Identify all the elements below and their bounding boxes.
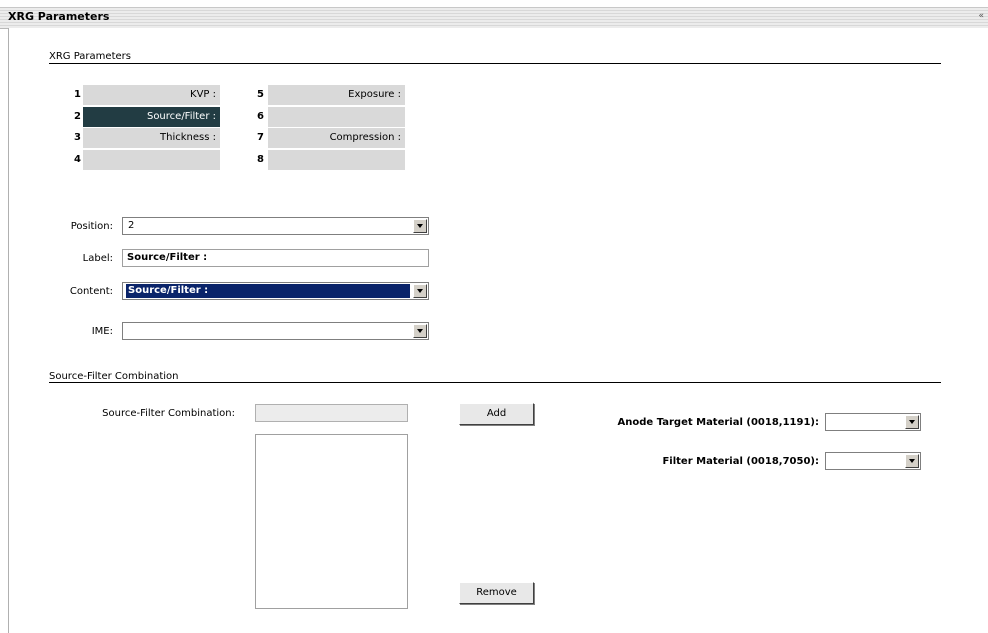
position-select[interactable]: 2 [122,217,429,235]
grid-num-8: 8 [257,154,264,165]
filter-material-select[interactable] [825,452,921,470]
filter-material-value [829,454,833,468]
panel-header: XRG Parameters « [0,7,988,29]
filter-material-label: Filter Material (0018,7050): [662,456,819,467]
content-select[interactable]: Source/Filter : [122,282,429,300]
anode-target-label: Anode Target Material (0018,1191): [617,417,819,428]
add-button[interactable]: Add [459,403,534,425]
content-value: Source/Filter : [126,284,410,298]
sf-section-divider [49,382,941,383]
grid-num-1: 1 [74,89,81,100]
panel-title: XRG Parameters [8,10,110,23]
grid-cell-kvp[interactable]: KVP : [83,85,220,105]
label-input[interactable]: Source/Filter : [122,249,429,267]
sf-combination-list[interactable] [255,434,408,609]
anode-target-select[interactable] [825,413,921,431]
grid-num-3: 3 [74,132,81,143]
chevron-down-icon[interactable] [413,284,427,298]
grid-num-4: 4 [74,154,81,165]
grid-cell-exposure[interactable]: Exposure : [268,85,405,105]
ime-select[interactable] [122,322,429,340]
label-field-label: Label: [82,253,113,264]
xrg-section-divider [49,63,941,64]
remove-button[interactable]: Remove [459,582,534,604]
grid-cell-empty-4[interactable] [83,150,220,170]
anode-target-value [829,415,833,429]
content-label: Content: [69,286,113,297]
grid-num-7: 7 [257,132,264,143]
chevron-down-icon[interactable] [413,219,427,233]
chevron-down-icon[interactable] [413,324,427,338]
ime-label: IME: [91,326,113,337]
grid-cell-empty-6[interactable] [268,107,405,127]
grid-cell-thickness[interactable]: Thickness : [83,128,220,148]
chevron-down-icon[interactable] [905,454,919,468]
grid-num-5: 5 [257,89,264,100]
grid-cell-source-filter[interactable]: Source/Filter : [83,107,220,127]
ime-value [126,324,130,338]
collapse-icon[interactable]: « [978,11,984,21]
sf-combination-field [255,404,408,422]
sf-section-label: Source-Filter Combination [49,371,183,382]
chevron-down-icon[interactable] [905,415,919,429]
grid-cell-empty-8[interactable] [268,150,405,170]
position-label: Position: [70,221,113,232]
sf-combination-label: Source-Filter Combination: [102,408,235,419]
xrg-panel: XRG Parameters 1 KVP : 2 Source/Filter :… [8,28,988,633]
xrg-section-label: XRG Parameters [49,51,135,62]
position-value: 2 [128,220,135,231]
grid-num-6: 6 [257,111,264,122]
grid-num-2: 2 [74,111,81,122]
grid-cell-compression[interactable]: Compression : [268,128,405,148]
